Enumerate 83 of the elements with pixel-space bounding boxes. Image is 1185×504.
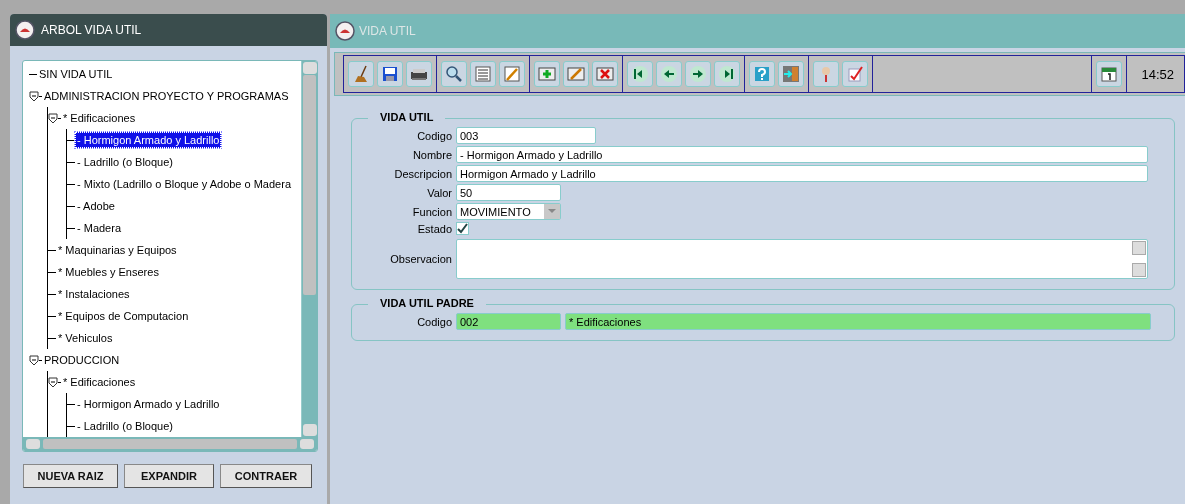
collapse-icon[interactable] xyxy=(48,112,58,124)
action-button[interactable]: EXPANDIR xyxy=(124,464,214,488)
tree-item[interactable]: * Equipos de Computacion xyxy=(56,308,191,324)
tree-item[interactable]: * Muebles y Enseres xyxy=(56,264,161,280)
text-field[interactable]: Hormigon Armado y Ladrillo xyxy=(456,165,1148,182)
calendar-icon xyxy=(1100,65,1119,83)
field-label: Estado xyxy=(416,222,452,235)
text-field[interactable]: 50 xyxy=(456,184,561,201)
field-label: Codigo xyxy=(416,129,452,142)
panel-title: VIDA UTIL xyxy=(359,24,416,38)
tree-item[interactable]: ADMINISTRACION PROYECTO Y PROGRAMAS xyxy=(42,88,291,104)
tree-item[interactable]: * Vehiculos xyxy=(56,330,115,346)
row-add-button[interactable] xyxy=(534,61,560,87)
check-icon xyxy=(457,223,468,234)
tree-item[interactable]: - Ladrillo (o Bloque) xyxy=(75,418,175,434)
row-delete-button[interactable] xyxy=(592,61,618,87)
pencil-icon xyxy=(503,65,521,83)
printer-button[interactable] xyxy=(406,61,432,87)
text-field[interactable]: * Edificaciones xyxy=(565,313,1151,330)
previous-icon xyxy=(660,65,678,83)
tree-item[interactable]: * Edificaciones xyxy=(61,110,138,126)
broom-button[interactable] xyxy=(348,61,374,87)
broom-icon xyxy=(352,65,370,83)
magnifier-icon xyxy=(445,65,463,83)
text-field[interactable]: 003 xyxy=(456,127,596,144)
field-label: Valor xyxy=(426,186,452,199)
previous-button[interactable] xyxy=(656,61,682,87)
action-button[interactable]: NUEVA RAIZ xyxy=(23,464,118,488)
field-label: Nombre xyxy=(411,148,452,161)
field-label: Observacion xyxy=(389,253,452,265)
checkmark-button[interactable] xyxy=(842,61,868,87)
door-icon xyxy=(782,65,800,83)
next-button[interactable] xyxy=(685,61,711,87)
section-title: VIDA UTIL PADRE xyxy=(368,297,486,309)
checkmark-icon xyxy=(846,65,864,83)
text-field[interactable]: - Hormigon Armado y Ladrillo xyxy=(456,146,1148,163)
floppy-disk-button[interactable] xyxy=(377,61,403,87)
row-edit-button[interactable] xyxy=(563,61,589,87)
list-button[interactable] xyxy=(470,61,496,87)
collapse-icon[interactable] xyxy=(29,90,39,102)
checkbox[interactable] xyxy=(456,222,469,235)
collapse-icon[interactable] xyxy=(29,354,39,366)
tree-item[interactable]: * Maquinarias y Equipos xyxy=(56,242,179,258)
tree-item[interactable]: - Mixto (Ladrillo o Bloque y Adobe o Madera xyxy=(75,176,293,192)
logo-icon xyxy=(15,20,35,40)
row-add-icon xyxy=(538,65,556,83)
first-icon xyxy=(631,65,649,83)
panel-title: ARBOL VIDA UTIL xyxy=(41,23,142,37)
list-icon xyxy=(474,65,492,83)
last-button[interactable] xyxy=(714,61,740,87)
collapse-icon[interactable] xyxy=(48,376,58,388)
row-delete-icon xyxy=(596,65,614,83)
field-label: Descripcion xyxy=(393,167,452,180)
field-label: Funcion xyxy=(411,205,452,218)
row-edit-icon xyxy=(567,65,585,83)
dropdown[interactable]: MOVIMIENTO xyxy=(456,203,561,220)
tree-item[interactable]: - Madera xyxy=(75,220,124,236)
section-title: VIDA UTIL xyxy=(368,111,446,123)
next-icon xyxy=(689,65,707,83)
action-button[interactable]: CONTRAER xyxy=(220,464,312,488)
magnifier-button[interactable] xyxy=(441,61,467,87)
tree-item[interactable]: * Instalaciones xyxy=(56,286,132,302)
tree-item[interactable]: - Hormigon Armado y Ladrillo xyxy=(75,132,222,148)
tree-item[interactable]: SIN VIDA UTIL xyxy=(37,66,115,82)
first-button[interactable] xyxy=(627,61,653,87)
door-button[interactable] xyxy=(778,61,804,87)
tree-item[interactable]: - Ladrillo (o Bloque) xyxy=(75,154,175,170)
field-label: Codigo xyxy=(416,315,452,328)
help-icon xyxy=(753,65,771,83)
tree-item[interactable]: - Hormigon Armado y Ladrillo xyxy=(75,396,222,412)
help-button[interactable] xyxy=(749,61,775,87)
text-field[interactable]: 002 xyxy=(456,313,561,330)
tree-item[interactable]: * Edificaciones xyxy=(61,374,138,390)
pencil-button[interactable] xyxy=(499,61,525,87)
last-icon xyxy=(718,65,736,83)
horizontal-scrollbar[interactable] xyxy=(23,437,317,451)
tree-item[interactable]: - Adobe xyxy=(75,198,117,214)
vertical-scrollbar[interactable] xyxy=(301,61,317,437)
tree-item[interactable]: PRODUCCION xyxy=(42,352,122,368)
caret-icon xyxy=(548,209,556,214)
calendar-button[interactable] xyxy=(1096,61,1123,87)
clock-time: 14:52 xyxy=(1140,66,1175,82)
logo-icon xyxy=(335,21,355,41)
